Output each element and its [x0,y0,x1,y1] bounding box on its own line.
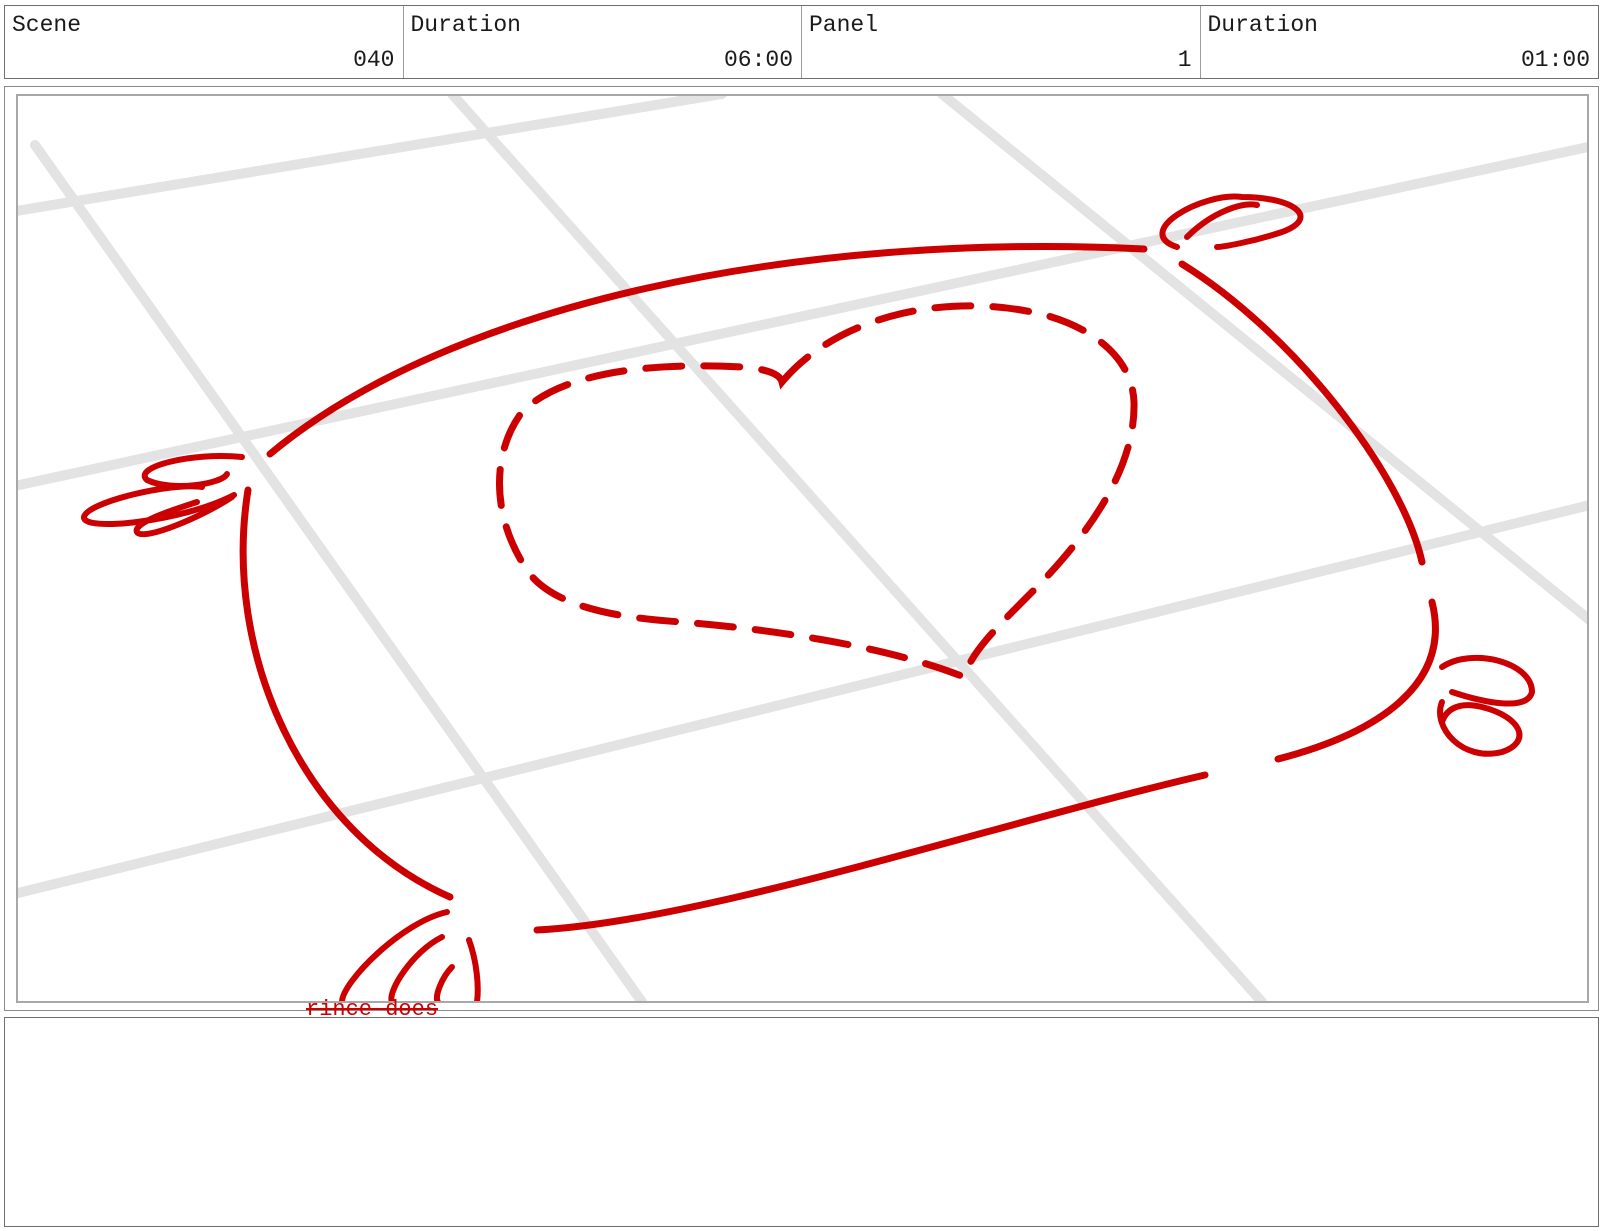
grid-line [18,142,1587,491]
scene-duration-label: Duration [410,12,521,38]
pillow-top-edge [266,243,1148,458]
pillow-right-edge [1178,260,1426,566]
pillow-bottom-edge [533,771,1209,934]
scene-cell: Scene 040 [5,6,404,78]
tassel-bottom-left-4 [466,937,481,1001]
panel-duration-cell: Duration 01:00 [1201,6,1599,78]
scene-duration-value[interactable]: 06:00 [724,47,793,73]
floor-grid-lines [18,96,1587,1001]
tassel-bottom-left-3 [434,964,455,1001]
grid-line [18,96,727,216]
panel-cell: Panel 1 [802,6,1201,78]
scene-value[interactable]: 040 [353,47,394,73]
tassel-right-top [1439,654,1536,707]
pillow-sketch [18,96,1587,1001]
panel-info-header: Scene 040 Duration 06:00 Panel 1 Duratio… [4,5,1599,79]
grid-line [18,500,1587,899]
panel-label: Panel [809,12,879,38]
grid-line [937,96,1587,625]
panel-value[interactable]: 1 [1178,47,1192,73]
storyboard-panel-drawing[interactable] [16,94,1589,1003]
pillow-right-lower-edge [1274,598,1439,763]
tassel-bottom-left-2 [388,934,445,1001]
scene-duration-cell: Duration 06:00 [404,6,802,78]
panel-notes-area[interactable] [4,1017,1599,1227]
tassel-left-top [141,453,245,489]
panel-duration-label: Duration [1207,12,1318,38]
grid-line [30,140,647,1001]
scene-label: Scene [12,12,82,38]
panel-duration-value[interactable]: 01:00 [1521,47,1590,73]
tassel-right-low [1437,699,1523,757]
